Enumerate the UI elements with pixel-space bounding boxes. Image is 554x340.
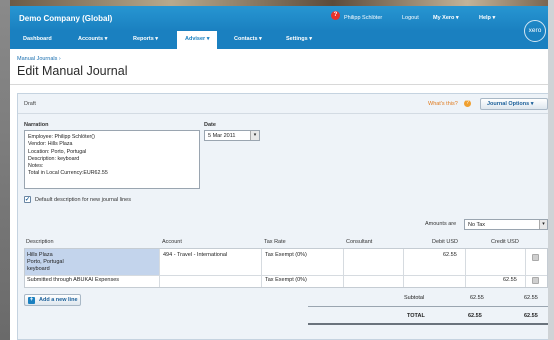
amounts-are-label: Amounts are [425,221,457,227]
title-divider [10,84,548,85]
delete-row-icon[interactable] [532,277,539,284]
date-value: 5 Mar 2011 [208,133,236,139]
info-icon[interactable]: ? [464,100,471,107]
background-left [0,0,10,340]
narration-line: Description: keyboard [28,155,80,162]
date-label: Date [204,122,216,128]
col-header-account: Account [162,239,182,245]
col-header-tax-rate: Tax Rate [264,239,286,245]
col-header-debit: Debit USD [432,239,458,245]
tab-dashboard[interactable]: Dashboard [23,36,52,42]
breadcrumb[interactable]: Manual Journals › [17,56,61,62]
journal-panel: Draft What's this? ? Journal Options ▾ N… [17,93,548,340]
col-header-credit: Credit USD [491,239,519,245]
description-line: Hills Plaza [27,252,53,258]
amounts-are-select[interactable]: No Tax ▾ [464,219,548,230]
grid-divider [261,249,262,287]
default-description-label: Default description for new journal line… [35,197,131,203]
grid-divider [159,249,160,287]
row1-tax-rate[interactable]: Tax Exempt (0%) [265,252,307,259]
description-line: keyboard [27,266,50,272]
tab-settings[interactable]: Settings ▾ [286,36,312,42]
tab-adviser[interactable]: Adviser ▾ [177,31,218,49]
total-debit: 62.55 [468,313,482,319]
status-label: Draft [24,101,36,107]
narration-line: Location: Porto, Portugal [28,148,87,155]
top-bar: Demo Company (Global) ? Philipp Schlöter… [10,0,548,31]
panel-header: Draft What's this? ? Journal Options ▾ [18,94,548,114]
grid-divider [403,249,404,287]
narration-line: Notes: [28,163,44,170]
total-credit: 62.55 [524,313,538,319]
grid-row-divider [25,275,547,276]
narration-line: Vendor: Hills Plaza [28,141,73,148]
narration-line: Total in Local Currency:EUR62.55 [28,170,108,177]
subtotal-label: Subtotal [404,295,425,301]
subtotal-debit: 62.55 [470,295,484,301]
help-menu[interactable]: Help ▾ [479,15,495,21]
main-nav: Dashboard Accounts ▾ Reports ▾ Adviser ▾… [10,31,548,49]
journal-options-button[interactable]: Journal Options ▾ [480,98,548,110]
total-label: TOTAL [407,313,425,319]
grid-divider [343,249,344,287]
row1-debit[interactable]: 62.55 [443,252,457,259]
row2-credit[interactable]: 62.55 [503,277,517,284]
chevron-down-icon[interactable]: ▾ [539,220,547,229]
xero-logo[interactable]: xero [524,20,546,42]
tab-reports[interactable]: Reports ▾ [133,36,158,42]
row2-description[interactable]: Submitted through ABUKAI Expenses [27,277,119,284]
journal-lines-table: Hills Plaza Porto, Portugal keyboard 494… [24,248,548,288]
col-header-consultant: Consultant [346,239,373,245]
description-line: Porto, Portugal [27,259,64,265]
grid-divider [465,249,466,287]
row1-description[interactable]: Hills Plaza Porto, Portugal keyboard [27,252,64,273]
row1-account[interactable]: 494 - Travel - International [163,252,227,259]
add-new-line-label: Add a new line [39,297,78,303]
subtotal-credit: 62.55 [524,295,538,301]
totals-double-rule [308,323,548,325]
totals-rule [308,306,548,307]
user-name[interactable]: Philipp Schlöter [344,15,382,21]
narration-textarea[interactable]: Employee: Philipp Schlöter() Vendor: Hil… [24,130,200,189]
delete-row-icon[interactable] [532,254,539,261]
date-input[interactable]: 5 Mar 2011 ▾ [204,130,260,141]
header-photo-strip [10,0,548,6]
background-right [548,0,554,340]
help-badge-icon[interactable]: ? [331,11,340,20]
tab-contacts[interactable]: Contacts ▾ [234,36,262,42]
col-header-description: Description [26,239,54,245]
default-description-checkbox[interactable]: ✓ [24,196,31,203]
amounts-are-value: No Tax [468,222,486,228]
row2-tax-rate[interactable]: Tax Exempt (0%) [265,277,307,284]
xero-app: Demo Company (Global) ? Philipp Schlöter… [10,0,548,340]
plus-icon: + [28,297,35,304]
add-new-line-button[interactable]: + Add a new line [24,294,81,306]
logout-link[interactable]: Logout [402,15,419,21]
my-xero-menu[interactable]: My Xero ▾ [433,15,459,21]
narration-label: Narration [24,122,49,128]
grid-divider [525,249,526,287]
company-name[interactable]: Demo Company (Global) [19,14,112,23]
narration-line: Employee: Philipp Schlöter() [28,134,95,140]
calendar-dropdown-icon[interactable]: ▾ [250,131,259,140]
tab-accounts[interactable]: Accounts ▾ [78,36,107,42]
whats-this-link[interactable]: What's this? [428,101,458,107]
page-title: Edit Manual Journal [17,64,128,78]
